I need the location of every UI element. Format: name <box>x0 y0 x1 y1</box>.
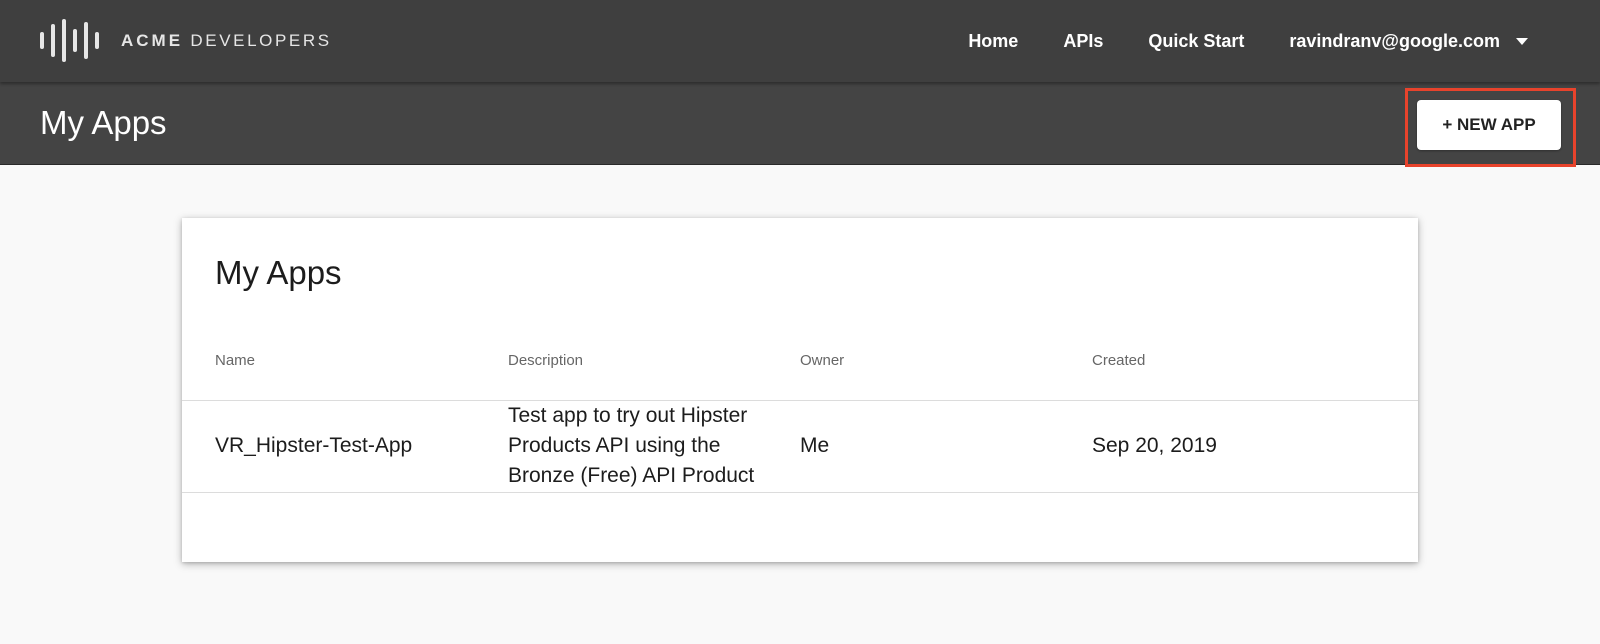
user-menu-dropdown[interactable]: ravindranv@google.com <box>1289 31 1528 52</box>
page-header: My Apps <box>0 82 1600 165</box>
logo-wordmark: ACME DEVELOPERS <box>121 31 332 51</box>
table-divider <box>182 400 1418 401</box>
column-header-created[interactable]: Created <box>1092 352 1145 369</box>
card-title: My Apps <box>215 254 342 291</box>
nav-apis-link[interactable]: APIs <box>1063 31 1103 52</box>
sound-bars-logo-icon <box>40 19 99 62</box>
acme-logo[interactable]: ACME DEVELOPERS <box>40 19 332 62</box>
column-header-description[interactable]: Description <box>508 352 583 369</box>
main-nav: Home APIs Quick Start ravindranv@google.… <box>968 0 1600 82</box>
column-header-name[interactable]: Name <box>215 352 255 369</box>
app-owner: Me <box>800 434 830 457</box>
column-header-owner[interactable]: Owner <box>800 352 844 369</box>
logo-developers-text: DEVELOPERS <box>190 30 332 50</box>
app-name-link[interactable]: VR_Hipster-Test-App <box>215 431 412 461</box>
nav-home-link[interactable]: Home <box>968 31 1018 52</box>
nav-quick-start-link[interactable]: Quick Start <box>1148 31 1244 52</box>
user-email: ravindranv@google.com <box>1289 30 1500 51</box>
top-navbar: ACME DEVELOPERS Home APIs Quick Start ra… <box>0 0 1600 82</box>
table-divider <box>182 492 1418 493</box>
app-description: Test app to try out Hipster Products API… <box>508 404 755 487</box>
new-app-button[interactable]: + NEW APP <box>1417 100 1561 150</box>
app-created-date: Sep 20, 2019 <box>1092 434 1217 457</box>
page-title: My Apps <box>40 104 167 141</box>
apps-card: My Apps Name Description Owner Created V… <box>182 218 1418 562</box>
logo-acme-text: ACME <box>121 30 184 50</box>
caret-down-icon <box>1516 38 1528 45</box>
